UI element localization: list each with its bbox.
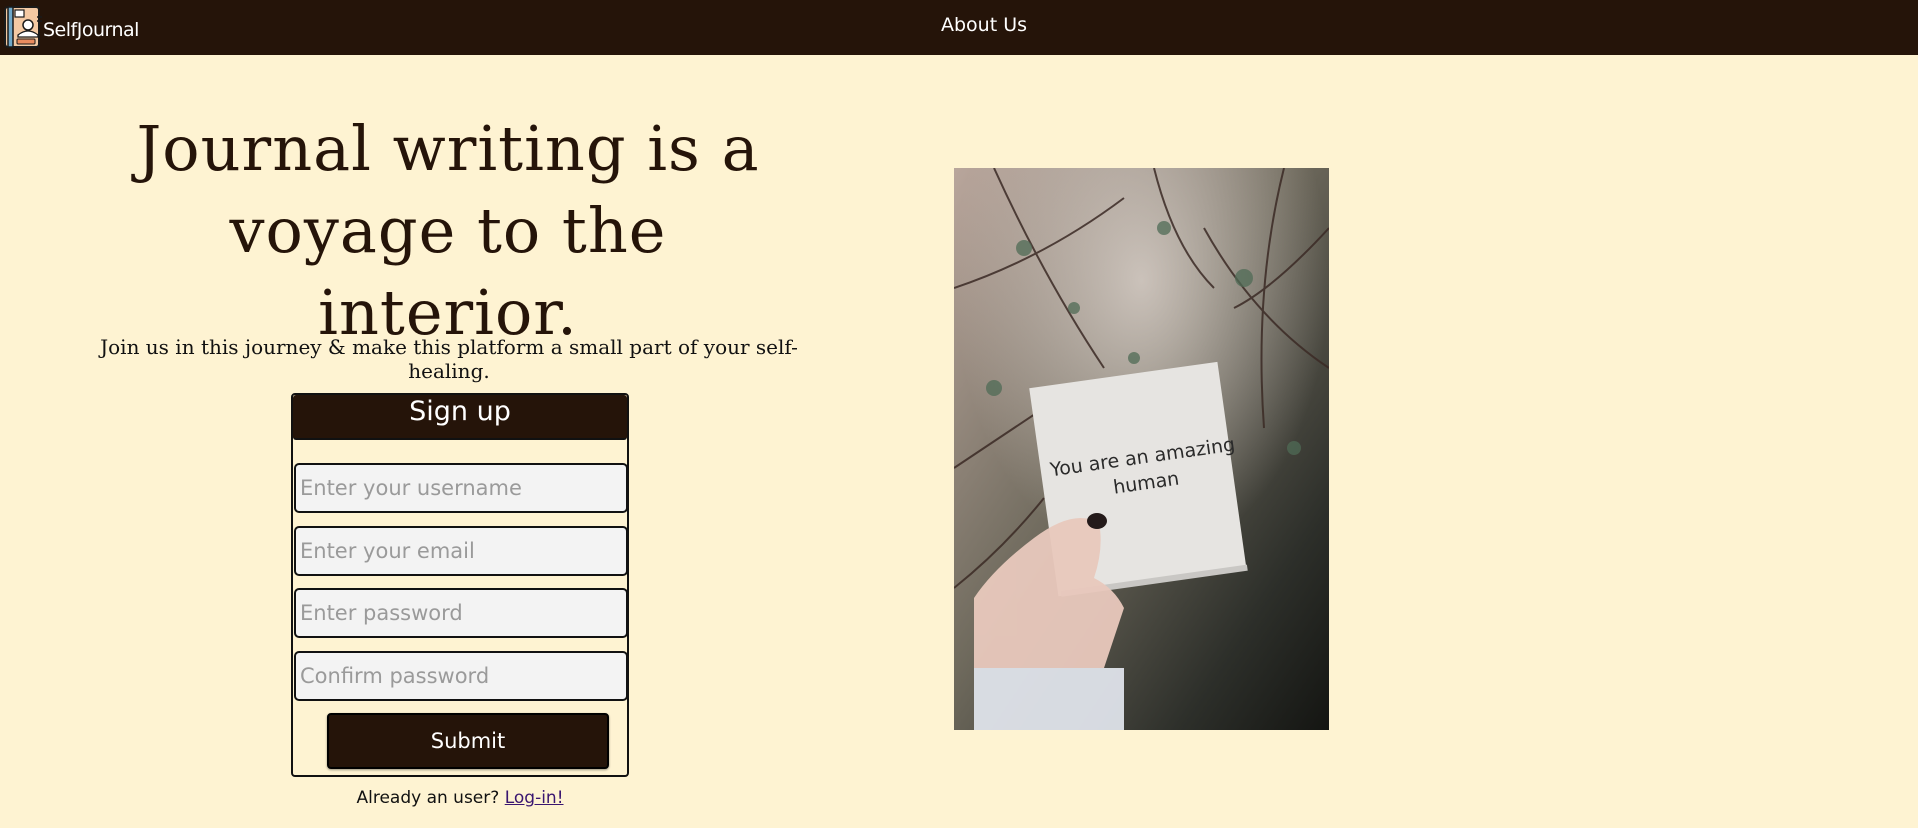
brand-link[interactable]: SelfJournal	[4, 5, 139, 49]
username-input[interactable]	[294, 463, 628, 513]
hero-quote-line-1: Journal writing is a	[136, 112, 760, 185]
signup-header: Sign up	[293, 395, 627, 440]
login-prompt-text: Already an user?	[356, 788, 500, 808]
signup-title: Sign up	[409, 396, 511, 427]
confirm-password-input[interactable]	[294, 651, 628, 701]
tagline: Join us in this journey & make this plat…	[100, 335, 798, 383]
hero-quote: Journal writing is a voyage to the inter…	[92, 108, 804, 354]
login-link[interactable]: Log-in!	[505, 788, 564, 808]
submit-button[interactable]: Submit	[327, 713, 609, 769]
journal-logo-icon	[4, 6, 42, 48]
nav-about-us-link[interactable]: About Us	[941, 14, 1027, 36]
top-navbar: SelfJournal About Us	[0, 0, 1918, 55]
hero-quote-line-2: voyage to the interior.	[229, 194, 667, 349]
signup-form: Sign up Submit	[291, 393, 629, 777]
hero-photo: You are an amazing human	[954, 168, 1329, 730]
brand-name: SelfJournal	[43, 19, 139, 41]
password-input[interactable]	[294, 588, 628, 638]
email-input[interactable]	[294, 526, 628, 576]
login-prompt: Already an user? Log-in!	[291, 788, 629, 808]
